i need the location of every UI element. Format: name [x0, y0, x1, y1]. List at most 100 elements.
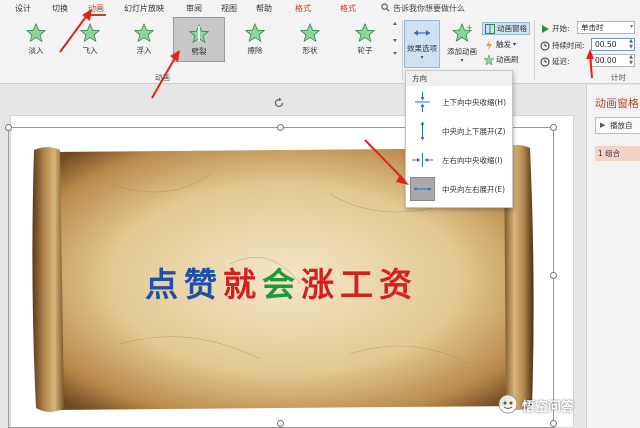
wipe-star-icon — [245, 23, 265, 43]
tab-format-1[interactable]: 格式 — [295, 3, 311, 14]
tab-review[interactable]: 审阅 — [186, 3, 202, 14]
animation-painter-label: 动画刷 — [496, 55, 519, 64]
start-value: 单击时 — [581, 23, 604, 32]
ribbon-tab-bar: 设计 切换 动画 幻灯片放映 审阅 视图 帮助 格式 格式 告诉我你想要做什么 — [0, 0, 640, 17]
play-from-button[interactable]: ▶ 播放自 — [595, 117, 640, 134]
effect-float-in[interactable]: 浮入 — [118, 17, 170, 62]
start-label: 开始: — [552, 24, 570, 33]
watermark-logo-icon — [498, 394, 518, 414]
duration-spinner[interactable]: 00.50 ▲ ▼ — [591, 38, 635, 51]
rotate-handle-icon[interactable] — [273, 97, 285, 109]
tab-animations[interactable]: 动画 — [88, 3, 104, 14]
effect-shape[interactable]: 形状 — [284, 17, 336, 62]
effect-wipe[interactable]: 擦除 — [229, 17, 281, 62]
gallery-scroll[interactable] — [392, 19, 398, 59]
menu-item-horizontal-out[interactable]: 中央向左右展开(E) — [408, 176, 512, 203]
menu-item-vertical-in[interactable]: 上下向中央收缩(H) — [408, 89, 512, 116]
ribbon-separator — [402, 20, 403, 80]
play-icon — [540, 24, 550, 34]
add-animation-star-icon: + — [451, 22, 473, 42]
spinner-arrows-icon[interactable]: ▲ ▼ — [629, 54, 633, 66]
split-star-icon — [189, 24, 209, 44]
start-row: 开始: — [540, 23, 570, 34]
animation-painter-button[interactable]: 动画刷 — [483, 53, 519, 66]
menu-item-label: 中央向左右展开(E) — [442, 185, 506, 194]
pane-title: 动画窗格 — [595, 97, 639, 110]
fade-star-icon — [26, 23, 46, 43]
menu-item-label: 上下向中央收缩(H) — [442, 98, 506, 107]
resize-handle[interactable] — [550, 272, 557, 279]
chevron-down-icon: ▾ — [513, 41, 517, 48]
animation-effects-gallery: 淡入 飞入 浮入 劈裂 擦除 形状 轮子 — [0, 17, 400, 62]
duration-value: 00.50 — [595, 40, 617, 49]
animation-pane-button[interactable]: 动画窗格 — [482, 22, 530, 35]
animation-list-item[interactable]: 1 组合 — [595, 146, 640, 161]
effect-wheel[interactable]: 轮子 — [339, 17, 391, 62]
tab-help[interactable]: 帮助 — [256, 3, 272, 14]
effect-split[interactable]: 劈裂 — [173, 17, 225, 62]
chevron-down-icon: ▾ — [420, 54, 424, 61]
svg-text:+: + — [466, 23, 473, 32]
active-tab-underline — [88, 14, 106, 16]
menu-item-vertical-out[interactable]: 中央向上下展开(Z) — [408, 118, 512, 145]
resize-handle[interactable] — [550, 420, 557, 427]
effect-options-label: 效果选项 — [407, 44, 437, 53]
horizontal-in-icon — [412, 153, 433, 167]
tab-format-2[interactable]: 格式 — [340, 3, 356, 14]
effect-options-button[interactable]: 效果选项 ▾ — [404, 20, 440, 68]
chevron-down-icon: ▾ — [460, 57, 464, 64]
effect-label: 形状 — [302, 46, 318, 55]
resize-handle[interactable] — [550, 124, 557, 131]
effect-options-menu: 方向 上下向中央收缩(H) 中央向上下展开(Z) 左右向中央收缩(I) 中央向左… — [405, 70, 513, 208]
duration-row: 持续时间: — [540, 40, 585, 51]
resize-handle[interactable] — [5, 124, 12, 131]
search-icon[interactable] — [381, 3, 390, 12]
tell-me-search[interactable]: 告诉我你想要做什么 — [393, 3, 465, 14]
chevron-down-icon: ▾ — [629, 23, 633, 30]
fly-in-star-icon — [80, 23, 100, 43]
delay-row: 延迟: — [540, 56, 570, 67]
tab-design[interactable]: 设计 — [15, 3, 31, 14]
ribbon-separator — [534, 20, 535, 80]
vertical-out-icon — [420, 121, 425, 141]
animation-pane: 动画窗格 ▶ 播放自 1 组合 — [586, 85, 640, 428]
delay-clock-icon — [540, 57, 550, 67]
effect-fly-in[interactable]: 飞入 — [64, 17, 116, 62]
effect-fade[interactable]: 淡入 — [10, 17, 62, 62]
direction-header: 方向 — [406, 71, 512, 86]
tab-transitions[interactable]: 切换 — [52, 3, 68, 14]
duration-label: 持续时间: — [552, 41, 585, 50]
add-animation-label: 添加动画 — [447, 47, 477, 56]
brush-icon — [483, 53, 495, 66]
animation-group-label: 动画 — [155, 73, 170, 82]
tab-slide-show[interactable]: 幻灯片放映 — [124, 3, 164, 14]
effect-label: 劈裂 — [191, 47, 207, 56]
spinner-arrows-icon[interactable]: ▲ ▼ — [629, 38, 633, 50]
play-from-label: 播放自 — [610, 121, 633, 130]
resize-handle[interactable] — [277, 420, 284, 427]
wheel-star-icon — [355, 23, 375, 43]
lightning-icon — [484, 39, 494, 50]
effect-options-icon — [414, 30, 430, 36]
clock-icon — [540, 41, 550, 51]
play-icon: ▶ — [600, 121, 606, 129]
watermark-text: 悟空问答 — [522, 400, 575, 415]
float-in-star-icon — [134, 23, 154, 43]
resize-handle[interactable] — [277, 124, 284, 131]
delay-label: 延迟: — [552, 57, 570, 66]
vertical-in-icon — [415, 92, 430, 112]
start-select[interactable]: 单击时 ▾ — [577, 21, 635, 34]
menu-item-horizontal-in[interactable]: 左右向中央收缩(I) — [408, 147, 512, 174]
effect-label: 淡入 — [28, 46, 44, 55]
animation-item-label: 1 组合 — [598, 149, 621, 158]
delay-value: 00.00 — [595, 56, 617, 65]
tab-view[interactable]: 视图 — [221, 3, 237, 14]
trigger-button[interactable]: 触发 ▾ — [484, 39, 516, 50]
powerpoint-window: 设计 切换 动画 幻灯片放映 审阅 视图 帮助 格式 格式 告诉我你想要做什么 … — [0, 0, 640, 428]
timing-group-label: 计时 — [611, 73, 626, 82]
animation-pane-label: 动画窗格 — [497, 24, 527, 33]
add-animation-button[interactable]: + 添加动画 ▾ — [443, 20, 481, 68]
shape-star-icon — [300, 23, 320, 43]
delay-spinner[interactable]: 00.00 ▲ ▼ — [591, 54, 635, 67]
menu-item-label: 中央向上下展开(Z) — [442, 127, 506, 136]
